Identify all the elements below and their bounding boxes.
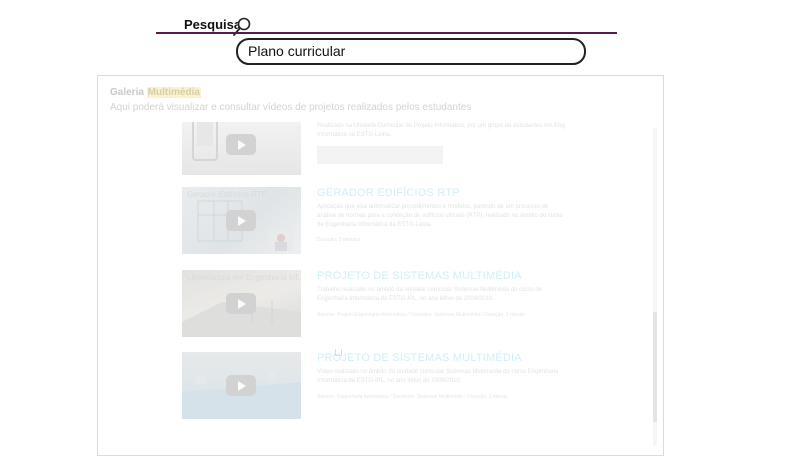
video-item: PROJETO DE SISTEMAS MULTIMÉDIA Vídeo rea… — [182, 352, 562, 422]
play-icon[interactable] — [226, 293, 256, 314]
video-description: Trabalho realizado no âmbito da unidade … — [317, 287, 543, 302]
gallery-title-highlight: Multimédia — [146, 87, 201, 98]
multimedia-gallery-panel: Galeria Multimédia Aqui poderá visualiza… — [97, 75, 664, 456]
search-underline — [156, 32, 617, 34]
gallery-title-prefix: Galeria — [110, 87, 147, 98]
video-thumbnail[interactable]: Licenciatura em Engenharia Inf... — [182, 270, 301, 337]
gallery-title: Galeria Multimédia — [110, 87, 201, 98]
video-description: Vídeo realizado no âmbito da unidade cur… — [317, 369, 559, 384]
video-meta: Duração: 3 minutos — [317, 237, 361, 243]
play-icon[interactable] — [226, 375, 256, 396]
video-thumbnail[interactable] — [182, 122, 301, 175]
search-header: Pesquisa Plano curricular — [0, 0, 800, 70]
gallery-subtitle: Aqui poderá visualizar e consultar vídeo… — [110, 102, 472, 113]
play-icon[interactable] — [226, 210, 256, 231]
search-input[interactable]: Plano curricular — [236, 38, 586, 65]
video-meta: Autores: Engenharia Informática / Docent… — [317, 394, 508, 400]
search-icon[interactable] — [231, 16, 253, 38]
video-thumbnail[interactable]: Gerador Edifícios RTP — [182, 187, 301, 254]
video-meta: Autores: Projeto Engenharia Informática … — [317, 312, 526, 318]
scrollbar-thumb[interactable] — [653, 312, 657, 422]
video-item: Licenciatura em Engenharia Inf... PROJET… — [182, 270, 562, 340]
play-icon[interactable] — [226, 134, 256, 155]
video-item: Gerador Edifícios RTP GERADOR EDIFÍCIOS … — [182, 187, 563, 257]
presenter-avatar-icon — [269, 231, 293, 251]
thumbnail-caption: Licenciatura em Engenharia Inf... — [187, 273, 301, 282]
video-description: Realizado na Unidade Curricular de Proje… — [317, 123, 567, 138]
phone-icon — [192, 122, 218, 161]
video-thumbnail[interactable] — [182, 352, 301, 419]
video-description: Aplicação que visa automatizar procedime… — [317, 204, 563, 228]
video-title[interactable]: PROJETO DE SISTEMAS MULTIMÉDIA — [317, 270, 522, 282]
video-title[interactable]: GERADOR EDIFÍCIOS RTP — [317, 187, 460, 199]
cursor-icon — [335, 349, 342, 356]
faded-button — [317, 146, 443, 164]
video-item: Realizado na Unidade Curricular de Proje… — [182, 116, 566, 186]
video-title[interactable]: PROJETO DE SISTEMAS MULTIMÉDIA — [317, 352, 522, 364]
